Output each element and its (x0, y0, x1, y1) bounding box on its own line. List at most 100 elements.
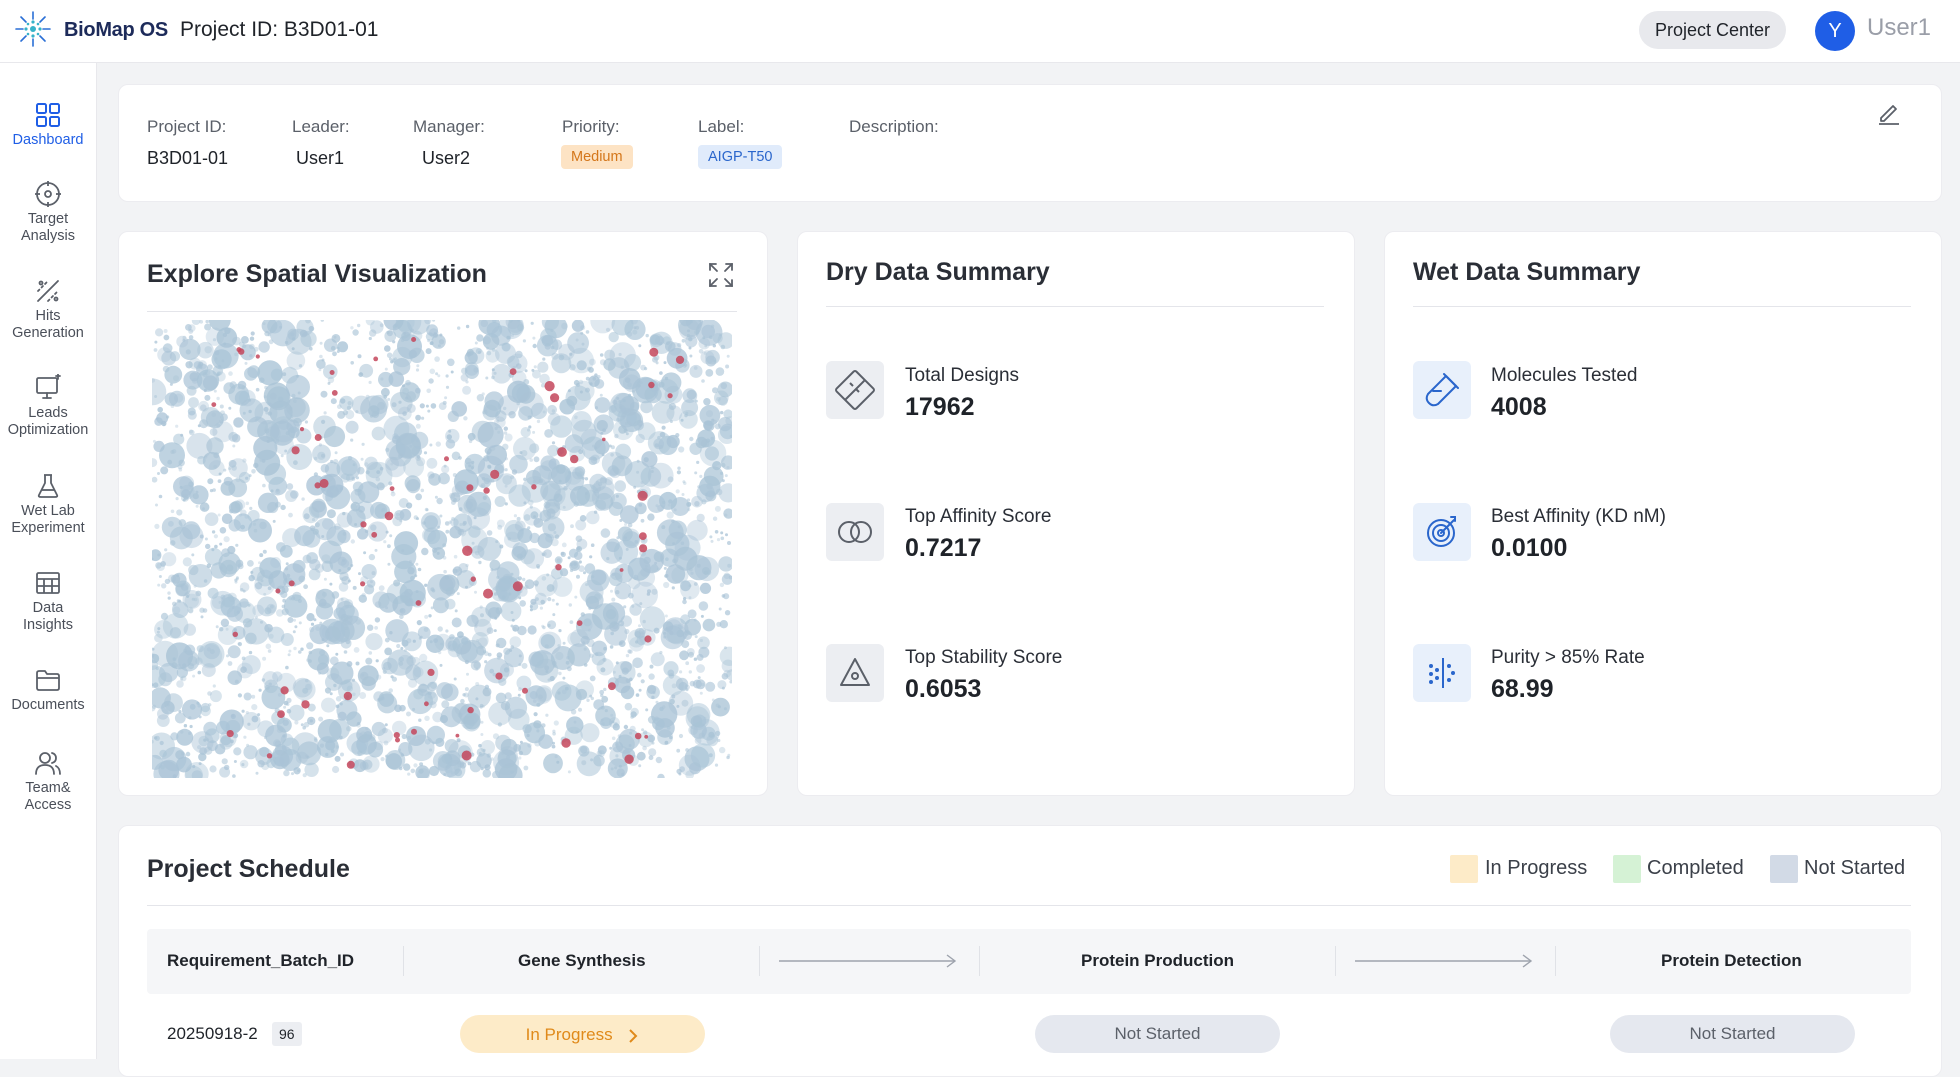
point (154, 735, 160, 741)
point (578, 745, 590, 757)
point (713, 419, 717, 424)
point (687, 329, 690, 333)
project-center-button[interactable]: Project Center (1639, 11, 1786, 49)
spatial-scatter-plot[interactable] (152, 320, 732, 778)
point (525, 469, 542, 486)
point (706, 734, 719, 747)
highlighted-point (299, 427, 305, 432)
highlighted-point (570, 454, 579, 464)
point (661, 372, 682, 393)
point (686, 333, 691, 338)
point (720, 531, 724, 535)
point (552, 613, 556, 617)
sidebar-item-documents[interactable]: Documents (0, 666, 96, 714)
sidebar-item-label: Dashboard (12, 132, 84, 148)
point (199, 320, 204, 324)
point (484, 651, 489, 656)
point (567, 632, 582, 646)
point (685, 661, 690, 666)
point (693, 657, 698, 661)
point (209, 690, 222, 703)
point (493, 592, 498, 596)
point (406, 403, 416, 413)
edit-pencil-icon[interactable] (1876, 100, 1902, 126)
point (554, 556, 563, 565)
point (551, 409, 556, 413)
point (339, 577, 343, 581)
highlighted-point (255, 354, 260, 359)
sidebar-item-wet-lab-experiment[interactable]: Wet Lab Experiment (0, 472, 96, 537)
point (304, 420, 308, 424)
point (642, 619, 646, 624)
point (523, 765, 529, 771)
point (566, 395, 578, 407)
sidebar-item-hits-generation[interactable]: Hits Generation (0, 277, 96, 342)
point (380, 377, 384, 381)
sidebar-item-dashboard[interactable]: Dashboard (0, 101, 96, 149)
point (634, 631, 641, 638)
sidebar-item-target-analysis[interactable]: Target Analysis (0, 180, 96, 245)
point (558, 354, 565, 361)
point (183, 623, 196, 636)
user-name[interactable]: User1 (1867, 14, 1931, 42)
gene-synthesis-status-button[interactable]: In Progress (460, 1015, 705, 1053)
point (556, 464, 566, 474)
point (475, 348, 482, 355)
point (262, 549, 267, 554)
point (338, 569, 342, 572)
point (536, 566, 540, 569)
point (490, 757, 495, 761)
point (264, 623, 273, 633)
point (374, 617, 381, 623)
point (567, 666, 572, 672)
point (712, 344, 716, 348)
point (601, 722, 605, 726)
point (157, 553, 161, 557)
top-affinity-value: 0.7217 (905, 534, 982, 562)
point (629, 731, 633, 735)
point (159, 740, 164, 746)
highlighted-point (576, 620, 583, 626)
point (361, 442, 365, 446)
point (220, 618, 230, 627)
molecules-tested-value: 4008 (1491, 393, 1547, 421)
point (536, 729, 540, 733)
point (270, 557, 282, 568)
point (509, 454, 528, 474)
point (367, 624, 374, 631)
sidebar-item-label: Target Analysis (21, 211, 75, 244)
sidebar-item-team-access[interactable]: Team& Access (0, 749, 96, 814)
point (398, 766, 403, 771)
point (464, 687, 469, 692)
point (725, 364, 730, 369)
point (599, 353, 604, 357)
sidebar-item-leads-optimization[interactable]: Leads Optimization (0, 374, 96, 439)
point (293, 646, 297, 651)
sidebar-item-data-insights[interactable]: Data Insights (0, 569, 96, 634)
point (445, 529, 450, 534)
user-avatar[interactable]: Y (1815, 11, 1855, 51)
point (513, 514, 517, 518)
project-label-badge: AIGP-T50 (698, 145, 783, 169)
point (191, 731, 214, 754)
point (380, 757, 385, 762)
point (399, 508, 412, 521)
point (213, 452, 220, 459)
point (293, 399, 297, 403)
point (157, 406, 163, 413)
point (699, 474, 703, 478)
point (474, 618, 492, 637)
point (727, 541, 731, 545)
point (693, 618, 697, 622)
point (268, 682, 272, 686)
point (450, 370, 454, 374)
point (385, 754, 389, 758)
fullscreen-icon[interactable] (707, 261, 735, 289)
point (445, 629, 449, 633)
point (504, 468, 508, 472)
highlighted-point (667, 393, 673, 399)
point (675, 489, 680, 494)
point (155, 328, 164, 337)
point (625, 653, 630, 658)
point (612, 399, 618, 405)
